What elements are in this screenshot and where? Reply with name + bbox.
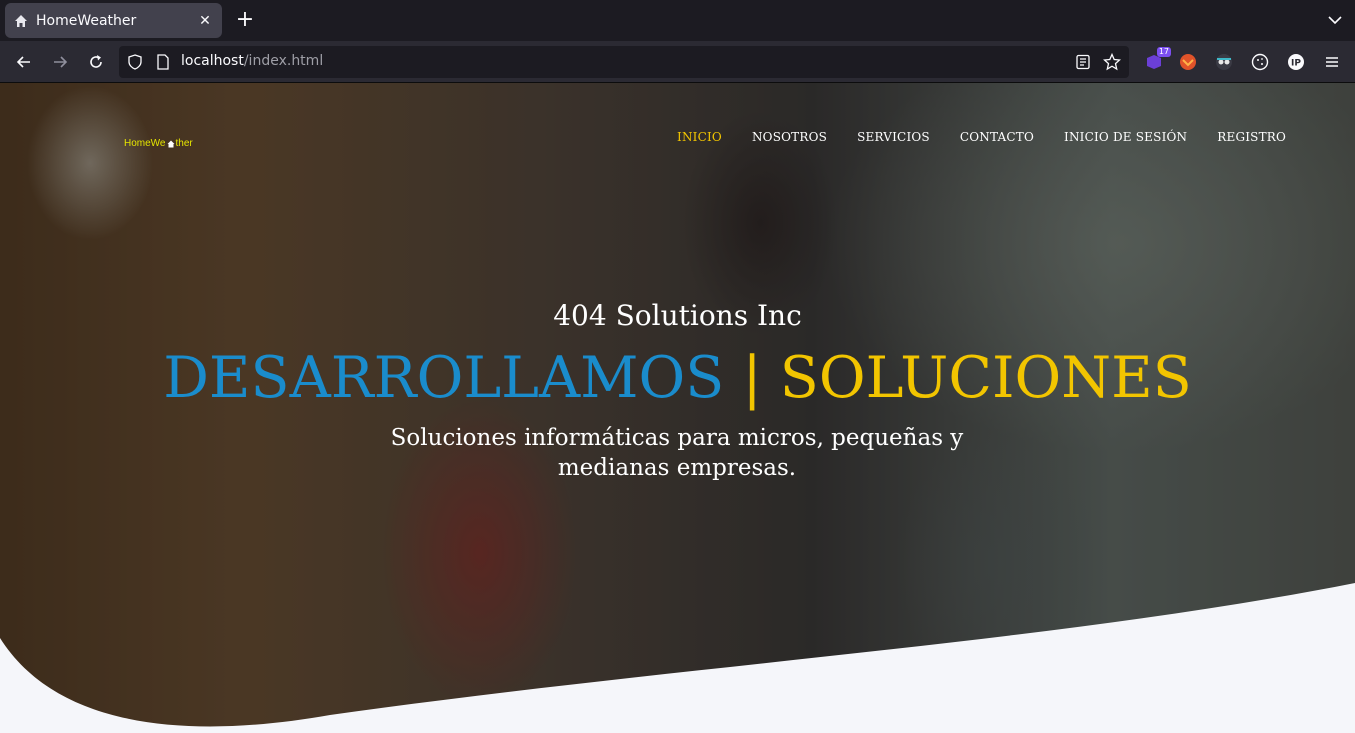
shield-icon[interactable] <box>127 54 143 74</box>
tab-bar: HomeWeather ✕ + <box>0 0 1355 41</box>
nav-item-contacto[interactable]: CONTACTO <box>960 130 1034 144</box>
hero-title-part1: DESARROLLAMOS <box>163 345 725 411</box>
reload-button[interactable] <box>84 50 108 74</box>
extension-fox-icon[interactable] <box>1177 51 1199 73</box>
navigation-toolbar: localhost/index.html 17 IP <box>0 41 1355 83</box>
hero-title: DESARROLLAMOS | SOLUCIONES <box>0 345 1355 411</box>
nav-item-nosotros[interactable]: NOSOTROS <box>752 130 827 144</box>
logo-text-suffix: ther <box>175 138 193 149</box>
extension-badge: 17 <box>1156 47 1171 57</box>
browser-tab[interactable]: HomeWeather ✕ <box>5 3 222 38</box>
site-nav: INICIO NOSOTROS SERVICIOS CONTACTO INICI… <box>677 130 1286 144</box>
url-host: localhost <box>181 53 244 69</box>
reader-view-icon[interactable] <box>1075 54 1091 74</box>
hero-title-part2: SOLUCIONES <box>779 345 1192 411</box>
hero-description: Soluciones informáticas para micros, peq… <box>390 425 964 481</box>
new-tab-button[interactable]: + <box>232 6 258 34</box>
svg-text:IP: IP <box>1291 59 1301 69</box>
site-logo[interactable]: HomeWe ther <box>124 138 193 149</box>
bookmark-star-icon[interactable] <box>1102 52 1122 75</box>
nav-item-inicio-de-sesion[interactable]: INICIO DE SESIÓN <box>1064 130 1187 144</box>
url-path: /index.html <box>243 53 324 69</box>
url-text[interactable]: localhost/index.html <box>181 53 323 69</box>
tab-title: HomeWeather <box>36 12 137 29</box>
extension-mask-icon[interactable] <box>1213 51 1235 73</box>
hamburger-menu-icon[interactable] <box>1321 51 1343 73</box>
forward-button[interactable] <box>48 50 72 74</box>
address-bar[interactable]: localhost/index.html <box>119 46 1129 78</box>
extension-puzzle-icon[interactable]: 17 <box>1143 47 1171 73</box>
cookie-icon[interactable] <box>1249 51 1271 73</box>
nav-item-inicio[interactable]: INICIO <box>677 130 722 144</box>
back-button[interactable] <box>12 50 36 74</box>
web-page: HomeWe ther INICIO NOSOTROS SERVICIOS CO… <box>0 83 1355 733</box>
close-tab-icon[interactable]: ✕ <box>196 13 214 29</box>
logo-text-prefix: HomeWe <box>124 138 166 149</box>
ip-icon[interactable]: IP <box>1285 51 1307 73</box>
house-logo-icon <box>167 140 174 147</box>
nav-item-registro[interactable]: REGISTRO <box>1217 130 1286 144</box>
nav-item-servicios[interactable]: SERVICIOS <box>857 130 930 144</box>
page-info-icon[interactable] <box>155 54 171 74</box>
hero-company-name: 404 Solutions Inc <box>553 299 802 332</box>
house-favicon-icon <box>13 13 29 29</box>
hero-title-separator: | <box>742 345 762 411</box>
chevron-down-icon[interactable] <box>1325 10 1345 30</box>
